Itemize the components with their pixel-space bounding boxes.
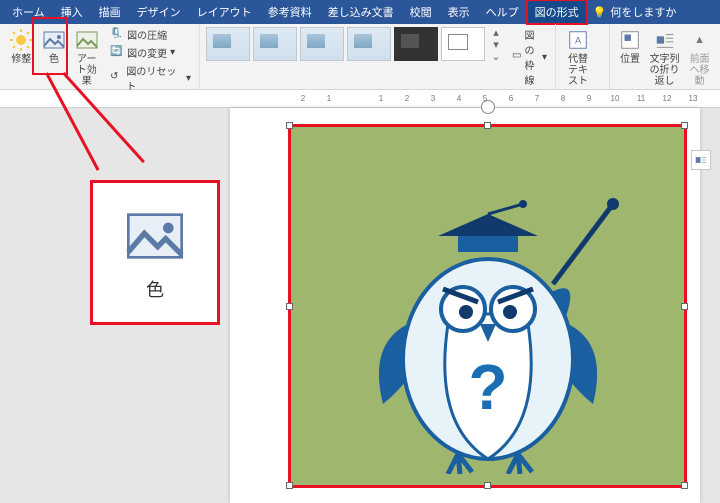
change-picture-button[interactable]: 🔄図の変更 ▾: [108, 44, 193, 61]
group-arrange: 位置 文字列の折り返し ▲ 前面へ移動: [610, 24, 720, 89]
group-picture-styles: ▴ ▾ ⌄ ▭図の枠線 ▾ ✨図の効果 ▾ ▦図のレイアウト ▾ 図のスタイル: [200, 24, 556, 89]
ruler-tick: 12: [654, 94, 680, 103]
svg-text:A: A: [575, 36, 582, 46]
ruler-tick: 10: [602, 94, 628, 103]
reset-label: 図のリセット: [126, 63, 183, 93]
picture-border-button[interactable]: ▭図の枠線 ▾: [510, 26, 549, 88]
corrections-label: 修整: [11, 54, 31, 65]
alt-text-icon: A: [566, 28, 590, 52]
change-label: 図の変更: [127, 45, 167, 60]
gallery-up-icon[interactable]: ▴: [490, 26, 502, 38]
style-thumb[interactable]: [253, 27, 297, 61]
alt-text-button[interactable]: A 代替テキスト: [562, 26, 594, 89]
wrap-icon: [653, 28, 677, 52]
style-thumb[interactable]: [206, 27, 250, 61]
selected-image[interactable]: ?: [290, 126, 685, 486]
ruler-tick: 9: [576, 94, 602, 103]
tell-me-label: 何をしますか: [610, 4, 676, 20]
annotation-highlight-color-btn: [34, 19, 66, 73]
change-icon: 🔄: [110, 46, 124, 60]
forward-icon: ▲: [688, 28, 712, 52]
resize-handle[interactable]: [484, 122, 491, 129]
tab-design[interactable]: デザイン: [129, 0, 189, 24]
ruler-tick: 4: [446, 94, 472, 103]
bulb-icon: 💡: [593, 6, 607, 19]
callout-label: 色: [146, 276, 164, 302]
tab-picture-format[interactable]: 図の形式: [527, 0, 587, 24]
forward-label: 前面へ移動: [687, 54, 712, 87]
style-thumb[interactable]: [300, 27, 344, 61]
ruler-tick: 1: [316, 94, 342, 103]
border-label: 図の枠線: [524, 27, 539, 87]
ruler-tick: 2: [394, 94, 420, 103]
compress-label: 図の圧縮: [127, 27, 167, 42]
rotate-handle[interactable]: [481, 100, 495, 114]
tab-help[interactable]: ヘルプ: [478, 0, 527, 24]
wrap-text-button[interactable]: 文字列の折り返し: [646, 26, 683, 89]
corrections-button[interactable]: 修整: [6, 26, 37, 67]
page: ?: [230, 108, 700, 503]
artistic-icon: [75, 28, 99, 52]
ruler-tick: 7: [524, 94, 550, 103]
tab-review[interactable]: 校閲: [402, 0, 440, 24]
ruler-tick: 3: [420, 94, 446, 103]
layout-options-button[interactable]: [691, 150, 711, 170]
menubar: ホーム 挿入 描画 デザイン レイアウト 参考資料 差し込み文書 校閲 表示 ヘ…: [0, 0, 720, 24]
picture-style-gallery[interactable]: ▴ ▾ ⌄: [206, 26, 502, 62]
svg-text:?: ?: [468, 351, 507, 423]
dropdown-icon: ▾: [186, 73, 191, 84]
resize-handle[interactable]: [484, 482, 491, 489]
group-adjust: 修整 色 アート効果 🗜️図の圧縮 🔄図の変更 ▾ ↺図のリセット ▾ 調整: [0, 24, 200, 89]
tab-references[interactable]: 参考資料: [260, 0, 320, 24]
resize-handle[interactable]: [286, 303, 293, 310]
ruler-tick: 13: [680, 94, 706, 103]
compress-icon: 🗜️: [110, 28, 124, 42]
position-label: 位置: [620, 54, 640, 65]
tab-mailings[interactable]: 差し込み文書: [320, 0, 402, 24]
resize-handle[interactable]: [681, 122, 688, 129]
style-thumb[interactable]: [347, 27, 391, 61]
gallery-more-icon[interactable]: ⌄: [490, 50, 502, 62]
tab-view[interactable]: 表示: [440, 0, 478, 24]
group-accessibility: A 代替テキスト アクセシ…: [556, 24, 610, 89]
position-icon: [618, 28, 642, 52]
owl-illustration: ?: [348, 174, 628, 474]
ruler-tick: 11: [628, 94, 654, 103]
brightness-icon: [9, 28, 33, 52]
tell-me[interactable]: 💡 何をしますか: [593, 4, 677, 20]
resize-handle[interactable]: [681, 482, 688, 489]
ruler-tick: 1: [368, 94, 394, 103]
ruler-tick: 8: [550, 94, 576, 103]
border-icon: ▭: [512, 50, 521, 64]
resize-handle[interactable]: [681, 303, 688, 310]
resize-handle[interactable]: [286, 482, 293, 489]
compress-pictures-button[interactable]: 🗜️図の圧縮: [108, 26, 193, 43]
artistic-effects-button[interactable]: アート効果: [71, 26, 102, 89]
wrap-label: 文字列の折り返し: [648, 54, 681, 87]
picture-color-icon: [123, 204, 187, 268]
resize-handle[interactable]: [286, 122, 293, 129]
ruler-tick: 2: [290, 94, 316, 103]
ruler-tick: 6: [498, 94, 524, 103]
reset-icon: ↺: [110, 71, 123, 85]
dropdown-icon: ▾: [542, 52, 547, 63]
tab-layout[interactable]: レイアウト: [189, 0, 260, 24]
gallery-down-icon[interactable]: ▾: [490, 38, 502, 50]
style-thumb[interactable]: [394, 27, 438, 61]
style-thumb[interactable]: [441, 27, 485, 61]
horizontal-ruler: 2 1 1 2 3 4 5 6 7 8 9 10 11 12 13: [0, 90, 720, 108]
tab-draw[interactable]: 描画: [91, 0, 129, 24]
alt-text-label: 代替テキスト: [564, 54, 592, 87]
artistic-label: アート効果: [73, 54, 100, 87]
bring-forward-button[interactable]: ▲ 前面へ移動: [685, 26, 714, 89]
dropdown-icon: ▾: [170, 47, 175, 58]
position-button[interactable]: 位置: [616, 26, 644, 67]
ribbon: 修整 色 アート効果 🗜️図の圧縮 🔄図の変更 ▾ ↺図のリセット ▾ 調整: [0, 24, 720, 90]
annotation-callout: 色: [90, 180, 220, 325]
